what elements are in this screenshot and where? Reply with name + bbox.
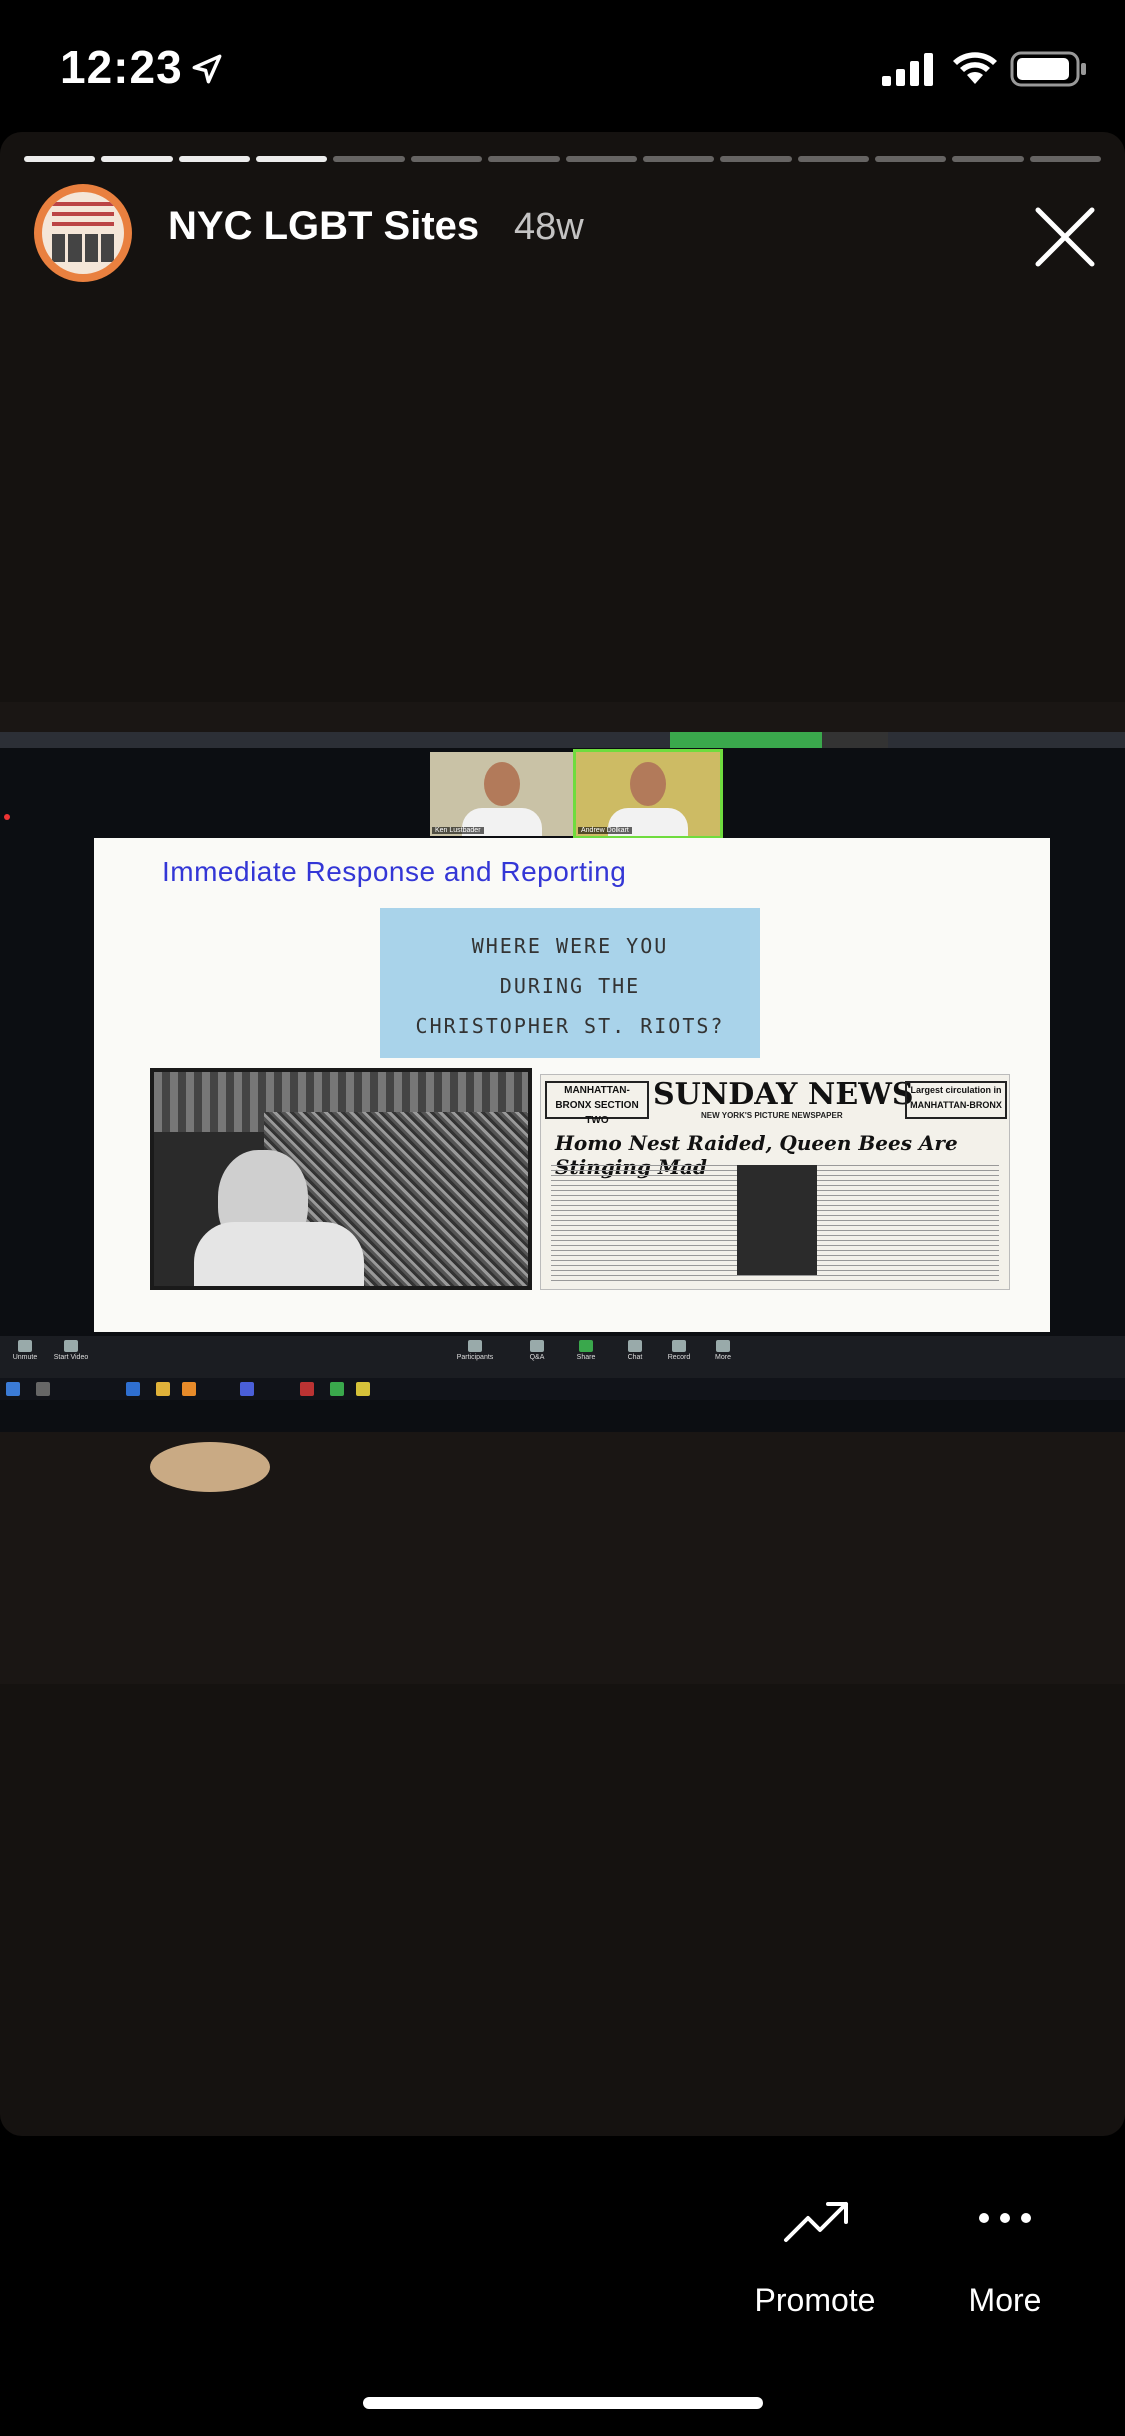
status-time: 12:23 bbox=[60, 41, 183, 93]
progress-segment bbox=[101, 156, 173, 162]
start-menu-icon bbox=[6, 1382, 20, 1396]
wifi-icon bbox=[953, 52, 997, 84]
zoom-control-label: Participants bbox=[456, 1354, 494, 1361]
story-viewer[interactable]: NYC LGBT Sites 48w Ken Lustbader Andrew … bbox=[0, 132, 1125, 2136]
location-arrow-icon bbox=[192, 54, 222, 84]
participant-name: Andrew Dolkart bbox=[578, 827, 632, 834]
search-icon bbox=[36, 1382, 50, 1396]
story-photo: Ken Lustbader Andrew Dolkart Immediate R… bbox=[0, 702, 1125, 1684]
share-button[interactable]: Share bbox=[561, 1338, 611, 1361]
newspaper-clipping: MANHATTAN-BRONX SECTION TWO SUNDAY NEWS … bbox=[540, 1074, 1010, 1290]
battery-icon bbox=[1010, 51, 1086, 87]
newspaper-subtitle: NEW YORK'S PICTURE NEWSPAPER bbox=[701, 1111, 843, 1120]
zoom-control-label: Record bbox=[667, 1354, 691, 1361]
progress-segment bbox=[24, 156, 96, 162]
story-actions: Promote More bbox=[0, 2136, 1125, 2436]
participants-button[interactable]: Participants bbox=[450, 1338, 500, 1361]
progress-segment bbox=[565, 156, 637, 162]
newspaper-photo bbox=[737, 1165, 817, 1275]
chrome-icon bbox=[330, 1382, 344, 1396]
account-name[interactable]: NYC LGBT Sites bbox=[168, 204, 479, 249]
progress-segment bbox=[720, 156, 792, 162]
progress-segment bbox=[178, 156, 251, 162]
app-icon bbox=[300, 1382, 314, 1396]
promote-label: Promote bbox=[754, 2282, 876, 2318]
chat-button[interactable]: Chat bbox=[610, 1338, 660, 1361]
progress-segment bbox=[797, 156, 869, 162]
app-icon bbox=[182, 1382, 196, 1396]
progress-segment bbox=[1029, 156, 1102, 162]
start-video-button[interactable]: Start Video bbox=[46, 1338, 96, 1361]
qa-button[interactable]: Q&A bbox=[512, 1338, 562, 1361]
progress-segment bbox=[256, 156, 328, 162]
zoom-control-label: Share bbox=[576, 1354, 596, 1361]
status-bar: 12:23 bbox=[0, 0, 1125, 132]
teams-icon bbox=[240, 1382, 254, 1396]
zoom-control-label: Start Video bbox=[53, 1354, 89, 1361]
participant-tile-active: Andrew Dolkart bbox=[573, 749, 723, 839]
unmute-button[interactable]: Unmute bbox=[0, 1338, 50, 1361]
newspaper-section: MANHATTAN-BRONX SECTION TWO bbox=[545, 1081, 649, 1126]
zoom-control-label: Q&A bbox=[529, 1354, 545, 1361]
progress-segment bbox=[488, 156, 560, 162]
presentation-slide: Immediate Response and Reporting WHERE W… bbox=[94, 838, 1050, 1332]
newspaper-circulation: Largest circulation in MANHATTAN-BRONX bbox=[905, 1081, 1007, 1119]
zoom-control-label: More bbox=[715, 1354, 731, 1361]
app-icon bbox=[356, 1382, 370, 1396]
progress-segment bbox=[874, 156, 947, 162]
folder-icon bbox=[156, 1382, 170, 1396]
sign-line: WHERE WERE YOU bbox=[471, 934, 669, 958]
cellular-signal-icon bbox=[882, 53, 933, 86]
promote-button[interactable]: Promote bbox=[740, 2196, 890, 2326]
screen-share-banner bbox=[670, 732, 822, 748]
zoom-control-label: Chat bbox=[627, 1354, 643, 1361]
crowd-photo bbox=[150, 1068, 532, 1290]
participant-tile: Ken Lustbader bbox=[430, 752, 574, 836]
recording-indicator bbox=[4, 814, 13, 822]
windows-taskbar bbox=[0, 1378, 1125, 1400]
more-button[interactable]: More bbox=[950, 2196, 1060, 2326]
newspaper-masthead: SUNDAY NEWS bbox=[653, 1077, 914, 1112]
sign-line: DURING THE bbox=[499, 974, 641, 998]
participant-name: Ken Lustbader bbox=[432, 827, 484, 834]
story-age: 48w bbox=[514, 206, 584, 248]
zoom-title-bar bbox=[0, 732, 1125, 748]
account-avatar[interactable] bbox=[34, 184, 132, 282]
more-options-button[interactable]: More bbox=[698, 1338, 748, 1361]
protest-sign-image: WHERE WERE YOU DURING THE CHRISTOPHER ST… bbox=[380, 908, 760, 1058]
progress-segment bbox=[952, 156, 1024, 162]
more-label: More bbox=[968, 2282, 1042, 2318]
more-dots-icon bbox=[979, 2213, 1031, 2223]
record-button[interactable]: Record bbox=[654, 1338, 704, 1361]
zoom-control-label: Unmute bbox=[12, 1354, 38, 1361]
view-options-button[interactable] bbox=[822, 732, 888, 748]
browser-icon bbox=[126, 1382, 140, 1396]
zoom-control-bar: Unmute Start Video Participants Q&A Shar… bbox=[0, 1336, 1125, 1378]
home-indicator[interactable] bbox=[363, 2397, 763, 2409]
close-icon[interactable] bbox=[1030, 202, 1100, 272]
desk-object bbox=[150, 1442, 270, 1492]
story-progress-bar bbox=[24, 156, 1102, 162]
trending-up-icon bbox=[784, 2202, 848, 2242]
video-tiles: Ken Lustbader Andrew Dolkart bbox=[430, 749, 723, 839]
progress-segment bbox=[333, 156, 405, 162]
progress-segment bbox=[410, 156, 483, 162]
progress-segment bbox=[642, 156, 715, 162]
sign-line: CHRISTOPHER ST. RIOTS? bbox=[415, 1014, 725, 1038]
slide-title: Immediate Response and Reporting bbox=[162, 856, 627, 887]
monitor-screen: Ken Lustbader Andrew Dolkart Immediate R… bbox=[0, 732, 1125, 1432]
